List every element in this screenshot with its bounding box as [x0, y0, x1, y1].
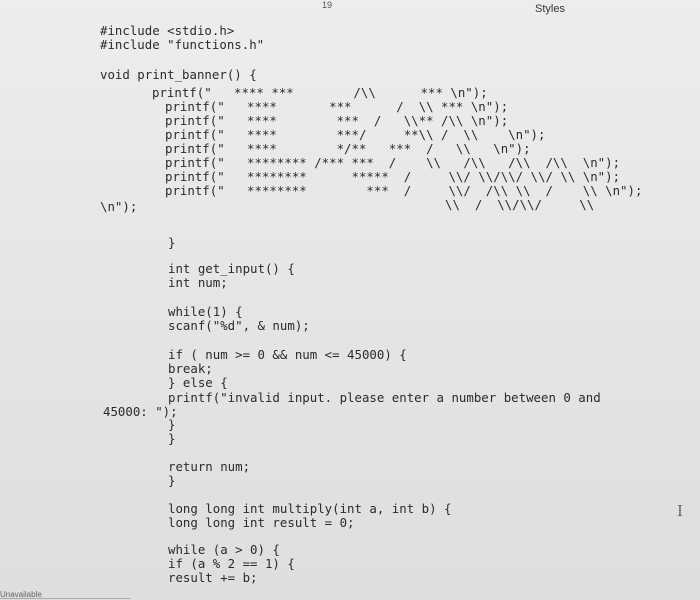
- while-loop-2: while (a > 0) {: [168, 542, 280, 557]
- close-brace-3: }: [168, 431, 176, 446]
- return-num: return num;: [168, 459, 251, 474]
- banner-printf-line-3: printf(" **** *** / \\** /\\ \n");: [165, 113, 509, 128]
- close-brace-2: }: [168, 417, 176, 432]
- include-functions: #include "functions.h": [100, 37, 265, 52]
- if-range-check: if ( num >= 0 && num <= 45000) {: [168, 347, 407, 362]
- banner-printf-line-8-wrap: \\ / \\/\\/ \\: [445, 197, 595, 212]
- banner-newline-close: \n");: [100, 199, 138, 214]
- banner-printf-line-1: printf(" **** *** /\\ *** \n");: [152, 85, 488, 100]
- status-divider: [0, 598, 130, 599]
- num-declaration: int num;: [168, 275, 228, 290]
- banner-printf-line-8: printf(" ******** *** / \\/ /\\ \\ / \\ …: [165, 183, 643, 198]
- result-accumulate: result += b;: [168, 570, 258, 585]
- banner-printf-line-6: printf(" ******** /*** *** / \\ /\\ /\\ …: [165, 155, 621, 170]
- result-declaration: long long int result = 0;: [168, 515, 355, 530]
- if-odd-check: if (a % 2 == 1) {: [168, 556, 295, 571]
- break-statement: break;: [168, 361, 213, 376]
- banner-printf-line-2: printf(" **** *** / \\ *** \n");: [165, 99, 509, 114]
- top-marker: 19: [322, 0, 333, 10]
- include-stdio: #include <stdio.h>: [100, 23, 235, 38]
- get-input-signature: int get_input() {: [168, 261, 295, 276]
- banner-printf-line-4: printf(" **** ***/ **\\ / \\ \n");: [165, 127, 546, 142]
- scanf-line: scanf("%d", & num);: [168, 318, 310, 333]
- printf-invalid-continuation: 45000: ");: [103, 404, 178, 419]
- top-bar: 19 Styles: [0, 0, 700, 18]
- printf-invalid-input: printf("invalid input. please enter a nu…: [168, 390, 601, 405]
- multiply-signature: long long int multiply(int a, int b) {: [168, 501, 452, 516]
- banner-printf-line-5: printf(" **** */** *** / \\ \n");: [165, 141, 531, 156]
- close-brace-4: }: [168, 473, 176, 488]
- else-branch: } else {: [168, 375, 228, 390]
- print-banner-signature: void print_banner() {: [100, 67, 257, 82]
- banner-printf-line-7: printf(" ******** ***** / \\/ \\/\\/ \\/…: [165, 169, 621, 184]
- close-brace-1: }: [168, 235, 176, 250]
- code-editor-screenshot: 19 Styles #include <stdio.h> #include "f…: [0, 0, 700, 600]
- while-loop-1: while(1) {: [168, 304, 243, 319]
- styles-tab[interactable]: Styles: [535, 3, 565, 15]
- text-cursor-icon: I: [677, 502, 683, 520]
